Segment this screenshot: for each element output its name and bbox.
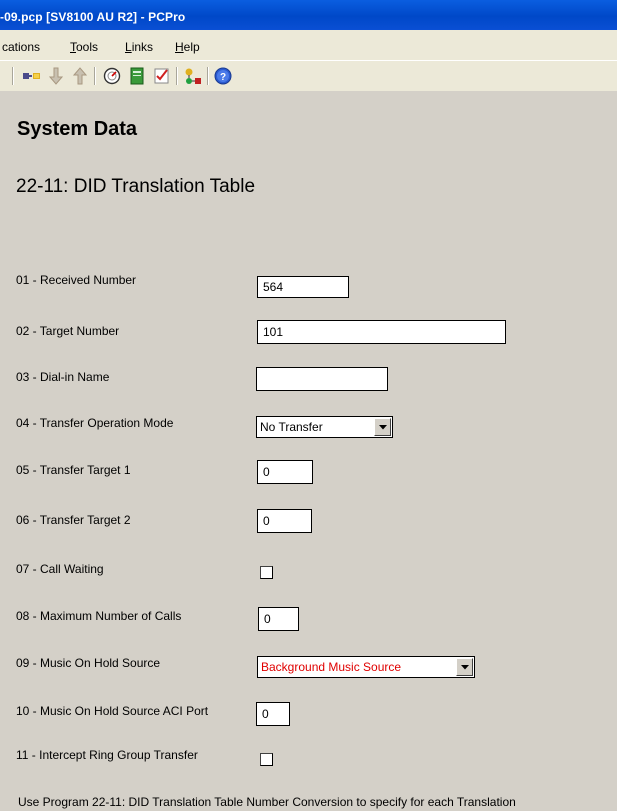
gauge-icon[interactable] bbox=[102, 66, 122, 86]
moh-aci-port-label: 10 - Music On Hold Source ACI Port bbox=[16, 704, 209, 718]
target-number-input[interactable] bbox=[257, 320, 506, 344]
window-titlebar[interactable]: -09.pcp [SV8100 AU R2] - PCPro bbox=[0, 0, 617, 30]
system-data-panel: System Data 22-11: DID Translation Table… bbox=[0, 92, 617, 811]
call-waiting-label: 07 - Call Waiting bbox=[16, 562, 104, 576]
section-title: System Data bbox=[17, 118, 138, 140]
toolbar-separator bbox=[12, 67, 14, 85]
network-icon[interactable] bbox=[183, 66, 203, 86]
intercept-ring-group-checkbox[interactable] bbox=[260, 753, 273, 766]
transfer-target-1-input[interactable] bbox=[257, 460, 313, 484]
moh-aci-port-input[interactable] bbox=[256, 702, 290, 726]
download-arrow-icon[interactable] bbox=[46, 66, 66, 86]
transfer-operation-mode-select[interactable]: No Transfer bbox=[256, 416, 393, 438]
dial-in-name-input[interactable] bbox=[256, 367, 388, 391]
transfer-target-2-label: 06 - Transfer Target 2 bbox=[16, 513, 131, 527]
transfer-target-1-label: 05 - Transfer Target 1 bbox=[16, 463, 131, 477]
moh-source-select[interactable]: Background Music Source bbox=[257, 656, 475, 678]
toolbar-separator bbox=[207, 67, 209, 85]
dial-in-name-label: 03 - Dial-in Name bbox=[16, 370, 110, 384]
transfer-target-2-input[interactable] bbox=[257, 509, 312, 533]
menu-tools[interactable]: Tools bbox=[70, 40, 98, 54]
received-number-input[interactable] bbox=[257, 276, 349, 298]
target-number-label: 02 - Target Number bbox=[16, 324, 120, 338]
max-calls-input[interactable] bbox=[258, 607, 299, 631]
page-heading: 22-11: DID Translation Table bbox=[16, 176, 256, 197]
menu-bar: cations Tools Links Help bbox=[0, 30, 617, 60]
toolbar: ? bbox=[0, 60, 617, 91]
menu-links[interactable]: Links bbox=[125, 40, 153, 54]
moh-source-value: Background Music Source bbox=[261, 660, 402, 674]
svg-text:?: ? bbox=[220, 72, 226, 83]
moh-source-label: 09 - Music On Hold Source bbox=[16, 656, 161, 670]
upload-arrow-icon[interactable] bbox=[70, 66, 90, 86]
window-title: -09.pcp [SV8100 AU R2] - PCPro bbox=[0, 10, 186, 24]
call-waiting-checkbox[interactable] bbox=[260, 566, 273, 579]
toolbar-separator bbox=[94, 67, 96, 85]
max-calls-label: 08 - Maximum Number of Calls bbox=[16, 609, 182, 623]
intercept-ring-group-label: 11 - Intercept Ring Group Transfer bbox=[16, 748, 198, 762]
menu-help[interactable]: Help bbox=[175, 40, 200, 54]
help-icon[interactable]: ? bbox=[213, 66, 233, 86]
transfer-operation-mode-label: 04 - Transfer Operation Mode bbox=[16, 416, 174, 430]
help-description: Use Program 22-11: DID Translation Table… bbox=[18, 795, 516, 809]
chevron-down-icon[interactable] bbox=[456, 658, 473, 676]
chevron-down-icon[interactable] bbox=[374, 418, 391, 436]
menu-applications[interactable]: cations bbox=[2, 40, 40, 54]
checklist-icon[interactable] bbox=[152, 66, 172, 86]
received-number-label: 01 - Received Number bbox=[16, 273, 137, 287]
connect-icon[interactable] bbox=[22, 66, 42, 86]
book-icon[interactable] bbox=[127, 66, 147, 86]
transfer-operation-mode-value: No Transfer bbox=[260, 420, 323, 434]
toolbar-separator bbox=[176, 67, 178, 85]
